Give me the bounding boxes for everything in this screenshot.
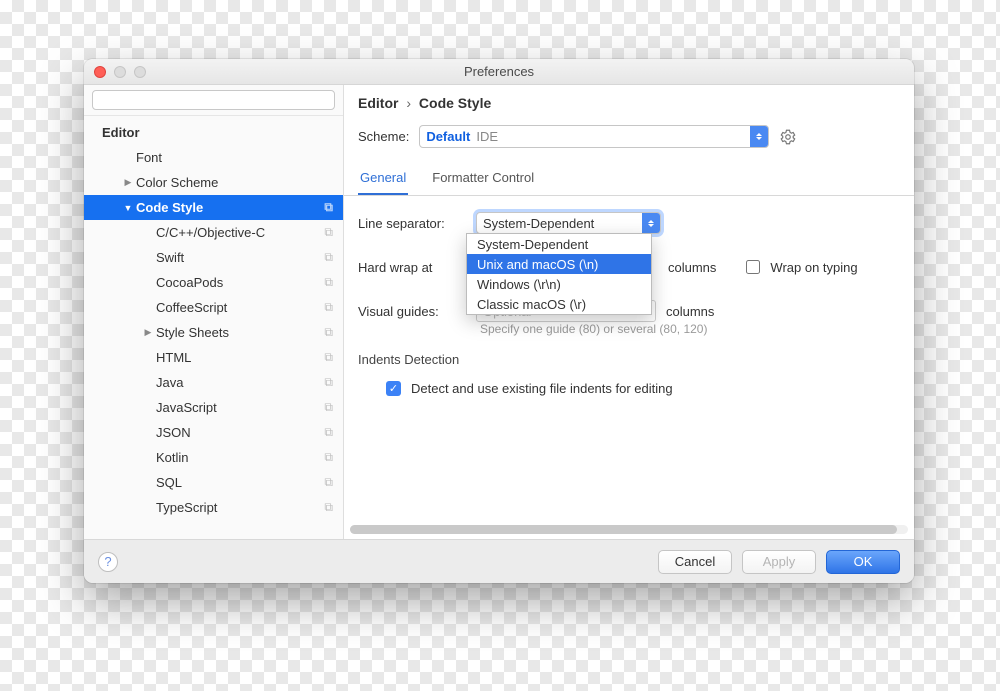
breadcrumb-codestyle: Code Style — [419, 95, 491, 111]
sidebar-item-swift[interactable]: Swift ⧉ — [84, 245, 343, 270]
sidebar-item-html[interactable]: HTML ⧉ — [84, 345, 343, 370]
sidebar-item-label: Style Sheets — [156, 325, 229, 340]
breadcrumb-separator: › — [406, 95, 411, 111]
sidebar-item-label: Font — [136, 150, 162, 165]
copy-icon: ⧉ — [324, 200, 333, 215]
sidebar-item-label: JSON — [156, 425, 191, 440]
main-panel: Editor › Code Style Scheme: Default IDE — [344, 85, 914, 539]
tab-general[interactable]: General — [358, 164, 408, 195]
copy-icon: ⧉ — [324, 300, 333, 315]
detect-indents-checkbox[interactable]: ✓ — [386, 381, 401, 396]
sidebar-item-label: C/C++/Objective-C — [156, 225, 265, 240]
sidebar-item-java[interactable]: Java ⧉ — [84, 370, 343, 395]
scheme-value: Default — [426, 129, 470, 144]
search-input[interactable] — [92, 90, 335, 110]
visual-guides-label: Visual guides: — [358, 304, 466, 319]
sidebar-item-c-c-objective-c[interactable]: C/C++/Objective-C ⧉ — [84, 220, 343, 245]
indents-detection-title: Indents Detection — [358, 352, 900, 367]
preferences-window: Preferences Editor Font▶Color Scheme▼Cod… — [84, 59, 914, 583]
sidebar-item-cocoapods[interactable]: CocoaPods ⧉ — [84, 270, 343, 295]
sidebar: Editor Font▶Color Scheme▼Code Style⧉C/C+… — [84, 85, 344, 539]
copy-icon: ⧉ — [324, 475, 333, 490]
copy-icon: ⧉ — [324, 250, 333, 265]
scheme-row: Scheme: Default IDE — [344, 119, 914, 164]
horizontal-scrollbar[interactable] — [344, 525, 914, 539]
scheme-select[interactable]: Default IDE — [419, 125, 769, 148]
sidebar-item-color-scheme[interactable]: ▶Color Scheme — [84, 170, 343, 195]
chevron-right-icon: ▶ — [142, 327, 154, 338]
tabs: General Formatter Control — [344, 164, 914, 196]
sidebar-item-label: CocoaPods — [156, 275, 223, 290]
dropdown-arrows-icon — [750, 126, 768, 147]
line-separator-label: Line separator: — [358, 216, 466, 231]
scheme-label: Scheme: — [358, 129, 409, 144]
tab-formatter-control[interactable]: Formatter Control — [430, 164, 536, 195]
line-separator-option[interactable]: Classic macOS (\r) — [467, 294, 651, 314]
help-icon[interactable]: ? — [98, 552, 118, 572]
footer: ? Cancel Apply OK — [84, 539, 914, 583]
line-separator-option[interactable]: Unix and macOS (\n) — [467, 254, 651, 274]
chevron-down-icon: ▼ — [122, 203, 134, 213]
sidebar-item-label: TypeScript — [156, 500, 217, 515]
sidebar-item-label: Swift — [156, 250, 184, 265]
sidebar-item-label: Code Style — [136, 200, 203, 215]
sidebar-item-label: Kotlin — [156, 450, 189, 465]
hard-wrap-unit: columns — [668, 260, 716, 275]
sidebar-item-label: SQL — [156, 475, 182, 490]
line-separator-dropdown[interactable]: System-DependentUnix and macOS (\n)Windo… — [466, 233, 652, 315]
line-separator-value: System-Dependent — [483, 216, 594, 231]
copy-icon: ⧉ — [324, 450, 333, 465]
cancel-button[interactable]: Cancel — [658, 550, 732, 574]
line-separator-row: Line separator: System-Dependent — [358, 212, 900, 234]
window-body: Editor Font▶Color Scheme▼Code Style⧉C/C+… — [84, 85, 914, 539]
sidebar-tree[interactable]: Editor Font▶Color Scheme▼Code Style⧉C/C+… — [84, 116, 343, 539]
copy-icon: ⧉ — [324, 225, 333, 240]
copy-icon: ⧉ — [324, 425, 333, 440]
copy-icon: ⧉ — [324, 375, 333, 390]
sidebar-item-label: HTML — [156, 350, 191, 365]
detect-indents-label: Detect and use existing file indents for… — [411, 381, 673, 396]
sidebar-item-code-style[interactable]: ▼Code Style ⧉ — [84, 195, 343, 220]
sidebar-item-editor[interactable]: Editor — [84, 120, 343, 145]
copy-icon: ⧉ — [324, 350, 333, 365]
wrap-on-typing-checkbox[interactable] — [746, 260, 760, 274]
sidebar-item-label: Java — [156, 375, 183, 390]
sidebar-item-label: CoffeeScript — [156, 300, 227, 315]
sidebar-item-style-sheets[interactable]: ▶Style Sheets ⧉ — [84, 320, 343, 345]
form: Line separator: System-Dependent System-… — [344, 196, 914, 404]
visual-guides-unit: columns — [666, 304, 714, 319]
detect-indents-row: ✓ Detect and use existing file indents f… — [386, 381, 900, 396]
hard-wrap-label: Hard wrap at — [358, 260, 466, 275]
sidebar-item-label: Color Scheme — [136, 175, 218, 190]
copy-icon: ⧉ — [324, 500, 333, 515]
breadcrumb-editor: Editor — [358, 95, 398, 111]
apply-button[interactable]: Apply — [742, 550, 816, 574]
copy-icon: ⧉ — [324, 400, 333, 415]
sidebar-item-sql[interactable]: SQL ⧉ — [84, 470, 343, 495]
gear-icon[interactable] — [779, 128, 797, 146]
breadcrumb: Editor › Code Style — [344, 85, 914, 119]
line-separator-option[interactable]: System-Dependent — [467, 234, 651, 254]
sidebar-item-typescript[interactable]: TypeScript ⧉ — [84, 495, 343, 520]
titlebar: Preferences — [84, 59, 914, 85]
sidebar-item-json[interactable]: JSON ⧉ — [84, 420, 343, 445]
visual-guides-hint: Specify one guide (80) or several (80, 1… — [480, 322, 900, 336]
ok-button[interactable]: OK — [826, 550, 900, 574]
chevron-right-icon: ▶ — [122, 177, 134, 188]
copy-icon: ⧉ — [324, 325, 333, 340]
sidebar-item-kotlin[interactable]: Kotlin ⧉ — [84, 445, 343, 470]
window-title: Preferences — [84, 64, 914, 79]
sidebar-item-javascript[interactable]: JavaScript ⧉ — [84, 395, 343, 420]
sidebar-item-coffeescript[interactable]: CoffeeScript ⧉ — [84, 295, 343, 320]
sidebar-item-font[interactable]: Font — [84, 145, 343, 170]
line-separator-option[interactable]: Windows (\r\n) — [467, 274, 651, 294]
line-separator-select[interactable]: System-Dependent — [476, 212, 661, 234]
wrap-on-typing-label: Wrap on typing — [770, 260, 857, 275]
sidebar-item-label: Editor — [102, 125, 140, 140]
sidebar-item-label: JavaScript — [156, 400, 217, 415]
copy-icon: ⧉ — [324, 275, 333, 290]
scheme-scope: IDE — [476, 129, 498, 144]
search-wrap — [84, 85, 343, 116]
dropdown-arrows-icon — [642, 213, 660, 233]
